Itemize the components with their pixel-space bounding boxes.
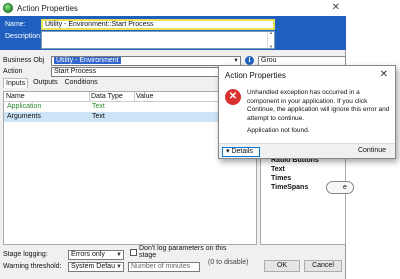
description-field[interactable] (41, 30, 275, 49)
row-name: Arguments (7, 113, 41, 120)
exception-dialog: Action Properties ✕ ✕ Unhandled exceptio… (218, 65, 396, 159)
minutes-input[interactable]: Number of minutes (128, 262, 200, 272)
stage-logging-label: Stage logging: (3, 251, 48, 258)
window-titlebar[interactable]: Action Properties ✕ (0, 0, 346, 16)
tree-item[interactable]: Text (271, 166, 285, 173)
chevron-down-icon[interactable]: ▼ (116, 251, 122, 259)
stage-logging-dropdown[interactable]: Errors only ▼ (68, 250, 124, 260)
column-header-type[interactable]: Data Type (91, 93, 123, 100)
error-icon: ✕ (225, 89, 241, 105)
name-label: Name: (5, 21, 26, 28)
details-button[interactable]: ▾ Details (222, 147, 260, 157)
action-dropdown[interactable]: Start Process ▼ (51, 67, 241, 77)
dialog-footer: ▾ Details Continue (219, 143, 395, 158)
close-icon[interactable]: ✕ (380, 69, 388, 80)
app-icon (3, 3, 13, 13)
tab-outputs[interactable]: Outputs (31, 78, 60, 88)
details-button-label: Details (231, 148, 253, 155)
business-object-label: Business Obj (3, 57, 45, 64)
row-type: Text (92, 103, 105, 110)
continue-button[interactable]: Continue (353, 147, 391, 157)
column-header-name[interactable]: Name (6, 93, 25, 100)
ok-button[interactable]: OK (264, 260, 300, 272)
description-scrollbar[interactable] (267, 30, 274, 49)
row-name: Application (7, 103, 42, 110)
column-divider[interactable] (89, 92, 90, 102)
header-panel: Name: Utility - Environment::Start Proce… (0, 16, 346, 50)
dialog-title: Action Properties (225, 71, 286, 80)
dont-log-label: Don't log parameters on this stage (139, 245, 227, 259)
warning-threshold-dropdown[interactable]: System Defau ▼ (68, 262, 124, 272)
action-label: Action (3, 68, 23, 75)
to-disable-hint: (0 to disable) (208, 259, 249, 266)
column-divider[interactable] (134, 92, 135, 102)
partial-oval-button[interactable]: e (326, 181, 354, 194)
close-icon[interactable]: ✕ (332, 2, 340, 13)
info-icon[interactable]: i (245, 56, 254, 65)
dialog-detail: Application not found. (247, 127, 310, 134)
tab-conditions[interactable]: Conditions (63, 78, 100, 88)
name-field[interactable]: Utility - Environment::Start Process (41, 19, 275, 30)
business-object-value: Utility - Environment (54, 57, 121, 64)
cancel-button[interactable]: Cancel (304, 260, 342, 272)
column-header-value[interactable]: Value (136, 93, 153, 100)
action-value: Start Process (54, 68, 97, 75)
description-label: Description: (5, 33, 42, 40)
row-type: Text (92, 113, 105, 120)
chevron-down-icon[interactable]: ▼ (116, 263, 122, 271)
dont-log-checkbox[interactable] (130, 249, 137, 256)
tab-inputs[interactable]: Inputs (3, 78, 29, 88)
tab-strip: Inputs Outputs Conditions (3, 78, 103, 88)
business-object-dropdown[interactable]: Utility - Environment ▼ (51, 56, 241, 66)
window-title: Action Properties (17, 3, 78, 13)
warning-threshold-value: System Defau (71, 263, 115, 270)
tree-item[interactable]: TimeSpans (271, 184, 308, 191)
chevron-down-icon[interactable]: ▼ (233, 57, 239, 65)
dialog-message: Unhandled exception has occurred in a co… (247, 89, 390, 122)
tree-item[interactable]: Times (271, 175, 291, 182)
stage-logging-value: Errors only (71, 251, 105, 258)
warning-threshold-label: Warning threshold: (3, 263, 62, 270)
